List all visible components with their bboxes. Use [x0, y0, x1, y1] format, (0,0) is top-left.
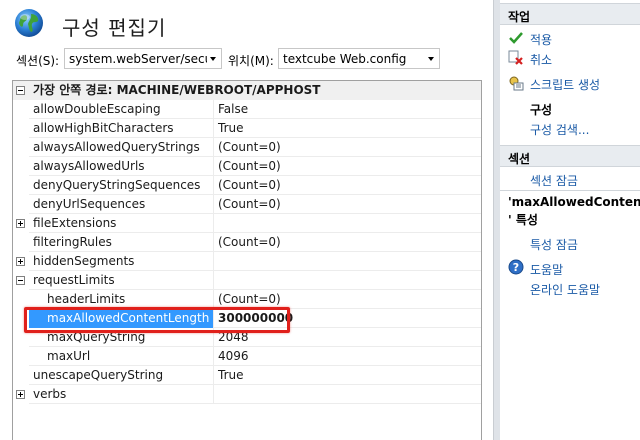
property-value[interactable]: (Count=0) — [215, 233, 481, 252]
property-value[interactable] — [215, 252, 481, 271]
table-row[interactable]: unescapeQueryString True — [13, 366, 481, 385]
section-lock-link[interactable]: 섹션 잠금 — [530, 172, 578, 189]
property-name: allowDoubleEscaping — [29, 100, 214, 119]
property-value[interactable] — [215, 214, 481, 233]
property-value[interactable]: (Count=0) — [215, 138, 481, 157]
section-header: 섹션 — [500, 145, 640, 167]
page-title: 구성 편집기 — [62, 16, 167, 40]
table-row[interactable]: fileExtensions — [13, 214, 481, 233]
help-icon: ? — [508, 259, 524, 275]
section-dropdown[interactable]: system.webServer/security — [64, 48, 222, 69]
location-dropdown-value: textcube Web.config — [283, 52, 407, 66]
table-row[interactable]: allowHighBitCharacters True — [13, 119, 481, 138]
highlight-annotation-box — [24, 307, 290, 333]
table-row[interactable]: denyUrlSequences (Count=0) — [13, 195, 481, 214]
configuration-editor-pane: 구성 편집기 섹션(S): system.webServer/security … — [0, 0, 493, 440]
table-row[interactable]: allowDoubleEscaping False — [13, 100, 481, 119]
table-row[interactable]: alwaysAllowedQueryStrings (Count=0) — [13, 138, 481, 157]
table-row[interactable]: hiddenSegments — [13, 252, 481, 271]
attribute-lock-link[interactable]: 특성 잠금 — [530, 236, 578, 253]
property-grid: 가장 안쪽 경로: MACHINE/WEBROOT/APPHOST allowD… — [12, 80, 482, 440]
expand-icon[interactable] — [16, 219, 25, 228]
property-name: denyQueryStringSequences — [29, 176, 214, 195]
table-row[interactable]: alwaysAllowedUrls (Count=0) — [13, 157, 481, 176]
property-value[interactable]: True — [215, 366, 481, 385]
section-label: 섹션(S): — [16, 54, 60, 68]
actions-header-label: 작업 — [508, 10, 531, 24]
cancel-link[interactable]: 취소 — [530, 51, 552, 68]
globe-icon — [15, 9, 43, 37]
property-name: denyUrlSequences — [29, 195, 214, 214]
property-value[interactable]: False — [215, 100, 481, 119]
property-name: maxUrl — [29, 347, 214, 366]
property-name: alwaysAllowedQueryStrings — [29, 138, 214, 157]
actions-pane: 작업 적용 취소 스크립트 생성 구성 구성 검색... 섹션 섹션 잠금 'm… — [500, 0, 640, 440]
config-search-link[interactable]: 구성 검색... — [530, 121, 589, 138]
section-header-label: 섹션 — [508, 152, 531, 166]
generate-script-link[interactable]: 스크립트 생성 — [530, 76, 600, 93]
apply-link[interactable]: 적용 — [530, 31, 552, 48]
help-link[interactable]: 도움말 — [530, 261, 563, 278]
pane-splitter[interactable] — [493, 0, 500, 440]
config-heading: 구성 — [530, 103, 553, 117]
category-label: 가장 안쪽 경로: MACHINE/WEBROOT/APPHOST — [29, 81, 481, 100]
script-icon — [509, 76, 524, 91]
chevron-down-icon[interactable] — [425, 49, 439, 68]
property-name: filteringRules — [29, 233, 214, 252]
location-dropdown[interactable]: textcube Web.config — [278, 48, 440, 69]
svg-text:?: ? — [513, 261, 519, 274]
property-name: alwaysAllowedUrls — [29, 157, 214, 176]
collapse-icon[interactable] — [16, 86, 25, 95]
table-row[interactable]: denyQueryStringSequences (Count=0) — [13, 176, 481, 195]
property-value[interactable]: (Count=0) — [215, 157, 481, 176]
property-value[interactable]: True — [215, 119, 481, 138]
category-row[interactable]: 가장 안쪽 경로: MACHINE/WEBROOT/APPHOST — [13, 81, 481, 100]
table-row[interactable]: verbs — [13, 385, 481, 404]
location-label: 위치(M): — [228, 54, 274, 68]
expand-icon[interactable] — [16, 257, 25, 266]
property-name: unescapeQueryString — [29, 366, 214, 385]
expand-icon[interactable] — [16, 390, 25, 399]
actions-header: 작업 — [500, 3, 640, 25]
property-name: fileExtensions — [29, 214, 214, 233]
section-dropdown-value: system.webServer/security — [69, 52, 207, 66]
attribute-title: 'maxAllowedContentLength' — [508, 195, 640, 209]
table-row[interactable]: maxUrl 4096 — [13, 347, 481, 366]
property-value[interactable]: (Count=0) — [215, 176, 481, 195]
chevron-down-icon[interactable] — [207, 49, 221, 68]
property-name: hiddenSegments — [29, 252, 214, 271]
page-header: 구성 편집기 — [0, 0, 493, 44]
table-row[interactable]: filteringRules (Count=0) — [13, 233, 481, 252]
attribute-title-suffix: ' 특성 — [508, 213, 538, 227]
property-value[interactable] — [215, 385, 481, 404]
table-row[interactable]: requestLimits — [13, 271, 481, 290]
property-name: allowHighBitCharacters — [29, 119, 214, 138]
property-name: requestLimits — [29, 271, 214, 290]
checkmark-icon — [509, 32, 523, 44]
collapse-icon[interactable] — [16, 276, 25, 285]
cancel-icon — [508, 50, 523, 65]
property-value[interactable] — [215, 271, 481, 290]
property-value[interactable]: 4096 — [215, 347, 481, 366]
property-value[interactable]: (Count=0) — [215, 195, 481, 214]
property-name: verbs — [29, 385, 214, 404]
section-toolbar: 섹션(S): system.webServer/security 위치(M): … — [0, 46, 493, 72]
divider — [500, 190, 640, 191]
online-help-link[interactable]: 온라인 도움말 — [530, 281, 600, 298]
